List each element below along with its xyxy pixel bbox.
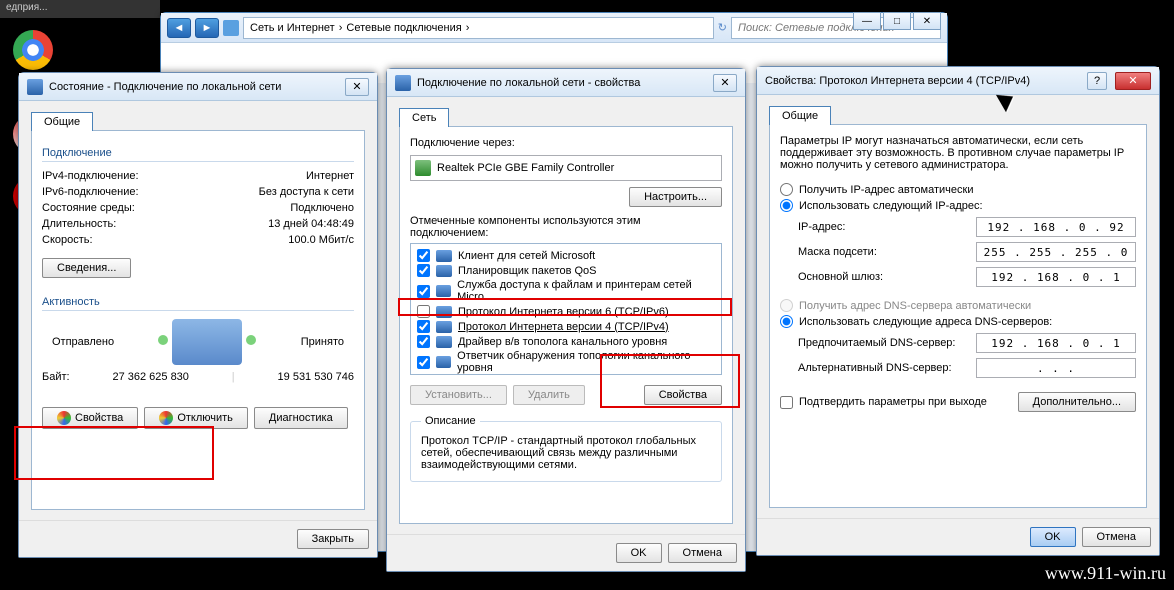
tab-general[interactable]: Общие <box>769 106 831 125</box>
components-listbox[interactable]: Клиент для сетей Microsoft Планировщик п… <box>410 243 722 375</box>
group-activity: Активность <box>42 296 354 311</box>
status-dialog: Состояние - Подключение по локальной сет… <box>18 72 378 558</box>
component-checkbox[interactable] <box>417 356 430 369</box>
manual-ip-radio[interactable] <box>780 199 793 212</box>
browser-tab: едприя... <box>0 0 160 18</box>
adapter-properties-dialog: Подключение по локальной сети - свойства… <box>386 68 746 572</box>
subnet-mask-input[interactable]: 255 . 255 . 255 . 0 <box>976 242 1136 262</box>
component-checkbox[interactable] <box>417 285 430 298</box>
configure-button[interactable]: Настроить... <box>629 187 722 207</box>
network-icon <box>27 79 43 95</box>
breadcrumb-item[interactable]: Сетевые подключения <box>346 22 461 34</box>
maximize-button[interactable]: □ <box>883 12 911 30</box>
tcpipv4-item[interactable]: Протокол Интернета версии 4 (TCP/IPv4) <box>458 321 669 333</box>
dialog-title: Свойства: Протокол Интернета версии 4 (T… <box>765 75 1030 87</box>
nic-icon <box>415 160 431 176</box>
group-connection: Подключение <box>42 147 354 162</box>
close-dialog-button[interactable]: Закрыть <box>297 529 369 549</box>
nav-back-button[interactable]: ◄ <box>167 18 191 38</box>
ipv4-icon <box>436 321 452 333</box>
uninstall-button[interactable]: Удалить <box>513 385 585 405</box>
diagnostics-button[interactable]: Диагностика <box>254 407 348 429</box>
breadcrumb[interactable]: Сеть и Интернет› Сетевые подключения› <box>243 17 714 39</box>
ip-address-input[interactable]: 192 . 168 . 0 . 92 <box>976 217 1136 237</box>
lltd-driver-icon <box>436 336 452 348</box>
validate-on-exit-checkbox[interactable] <box>780 396 793 409</box>
file-share-icon <box>436 285 451 297</box>
manual-dns-radio[interactable] <box>780 315 793 328</box>
minimize-button[interactable]: — <box>853 12 881 30</box>
watermark: www.911-win.ru <box>1045 563 1166 584</box>
ok-button[interactable]: OK <box>616 543 662 563</box>
dialog-title: Состояние - Подключение по локальной сет… <box>49 81 281 93</box>
tab-general[interactable]: Общие <box>31 112 93 131</box>
ipv6-icon <box>436 306 452 318</box>
cancel-button[interactable]: Отмена <box>668 543 737 563</box>
close-button[interactable]: ✕ <box>1115 72 1151 90</box>
network-icon <box>395 75 411 91</box>
breadcrumb-item[interactable]: Сеть и Интернет <box>250 22 335 34</box>
disable-button[interactable]: Отключить <box>144 407 248 429</box>
component-checkbox[interactable] <box>417 305 430 318</box>
item-properties-button[interactable]: Свойства <box>644 385 722 405</box>
nav-forward-button[interactable]: ► <box>195 18 219 38</box>
client-icon <box>436 250 452 262</box>
component-checkbox[interactable] <box>417 320 430 333</box>
details-button[interactable]: Сведения... <box>42 258 131 278</box>
tab-network[interactable]: Сеть <box>399 108 449 127</box>
close-button[interactable]: ✕ <box>345 78 369 96</box>
advanced-button[interactable]: Дополнительно... <box>1018 392 1136 412</box>
chrome-icon[interactable] <box>6 30 60 72</box>
dialog-title: Подключение по локальной сети - свойства <box>417 77 640 89</box>
folder-icon <box>223 20 239 36</box>
preferred-dns-input[interactable]: 192 . 168 . 0 . 1 <box>976 333 1136 353</box>
ipv4-properties-dialog: Свойства: Протокол Интернета версии 4 (T… <box>756 66 1160 556</box>
activity-icon <box>172 319 242 365</box>
auto-dns-radio <box>780 299 793 312</box>
qos-icon <box>436 265 452 277</box>
component-checkbox[interactable] <box>417 264 430 277</box>
component-checkbox[interactable] <box>417 249 430 262</box>
ok-button[interactable]: OK <box>1030 527 1076 547</box>
lltd-responder-icon <box>436 356 451 368</box>
auto-ip-radio[interactable] <box>780 183 793 196</box>
cancel-button[interactable]: Отмена <box>1082 527 1151 547</box>
alternate-dns-input[interactable]: . . . <box>976 358 1136 378</box>
component-checkbox[interactable] <box>417 335 430 348</box>
properties-button[interactable]: Свойства <box>42 407 138 429</box>
explorer-close-button[interactable]: ✕ <box>913 12 941 30</box>
help-button[interactable]: ? <box>1087 72 1107 90</box>
description-group: Описание Протокол TCP/IP - стандартный п… <box>410 415 722 482</box>
nic-field: Realtek PCIe GBE Family Controller <box>410 155 722 181</box>
install-button[interactable]: Установить... <box>410 385 507 405</box>
gateway-input[interactable]: 192 . 168 . 0 . 1 <box>976 267 1136 287</box>
close-button[interactable]: ✕ <box>713 74 737 92</box>
